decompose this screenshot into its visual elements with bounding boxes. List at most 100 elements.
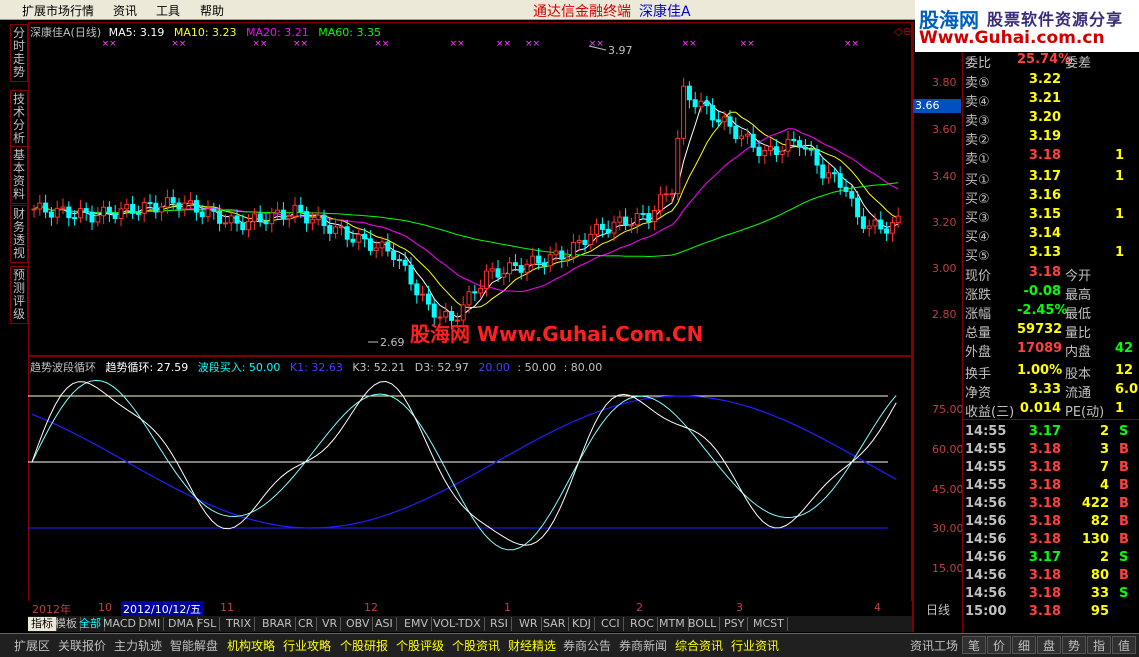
candle-body (408, 264, 414, 285)
menu-item-tools[interactable]: 工具 (156, 2, 180, 19)
menu-item-help[interactable]: 帮助 (200, 2, 224, 19)
bottom-link[interactable]: 券商公告 (563, 637, 611, 654)
candle-body (124, 204, 130, 210)
candle-body (489, 268, 495, 272)
indicator-tab[interactable]: BOLL (685, 617, 721, 631)
tick-row: 14:56 3.18 422 B (965, 496, 1139, 514)
panel-switch-button[interactable]: 盘 (1037, 636, 1061, 654)
indicator-tab[interactable]: TRIX (223, 617, 256, 631)
candle-body (298, 204, 304, 213)
bid-volume: 1 (1115, 169, 1125, 184)
tab-financials[interactable]: 财务透视 (10, 205, 28, 263)
bottom-link[interactable]: 行业攻略 (283, 637, 331, 654)
panel-switch-button[interactable]: 值 (1112, 636, 1136, 654)
bottom-link[interactable]: 财经精选 (508, 637, 556, 654)
candle-body (878, 219, 884, 230)
stat-label: 涨跌 (965, 288, 992, 303)
ask-label: 卖④ (965, 95, 990, 110)
candle-body (721, 116, 727, 123)
panel-switch-button[interactable]: 指 (1087, 636, 1111, 654)
tick-row: 14:56 3.18 80 B (965, 568, 1139, 586)
candle-body (118, 208, 124, 219)
indicator-tab[interactable]: DMA (165, 617, 198, 631)
candle-body (791, 138, 797, 142)
kline-chart-area[interactable]: ×× ×× ×× ×× ×× ×× ×× ×× ×× ×× ×× ×× 3.97 2.69 ◇⊖ (28, 22, 912, 602)
candle-body (507, 262, 513, 275)
panel-switch-button[interactable]: 笔 (962, 636, 986, 654)
indicator-tab[interactable]: CCI (598, 617, 624, 631)
candle-body (768, 146, 774, 151)
stat-label: 涨幅 (965, 307, 992, 322)
stat-value: -0.08 (1023, 284, 1061, 299)
d3-value: D3: 52.97 (414, 361, 469, 374)
indicator-tab[interactable]: MACD (100, 617, 140, 631)
panel-switch-button[interactable]: 价 (987, 636, 1011, 654)
candle-body (240, 222, 246, 231)
panel-switch-button[interactable]: 势 (1062, 636, 1086, 654)
ask-price: 3.22 (1028, 72, 1061, 87)
candle-body (402, 259, 408, 266)
indicator-tab[interactable]: DMI (136, 617, 165, 631)
menu-item-news[interactable]: 资讯 (113, 2, 137, 19)
candle-body (246, 220, 252, 231)
indicator-tab[interactable]: BRAR (259, 617, 296, 631)
bottom-link[interactable]: 个股资讯 (452, 637, 500, 654)
bottom-link[interactable]: 机构攻略 (227, 637, 275, 654)
tick-row: 15:00 3.18 95 (965, 604, 1139, 622)
candle-body (286, 215, 292, 220)
candle-body (112, 213, 118, 219)
indicator-tab[interactable]: RSI (487, 617, 512, 631)
tab-fundamentals[interactable]: 基本资料 (10, 146, 28, 204)
candle-body (582, 239, 588, 245)
candle-body (820, 164, 826, 179)
indicator-tab[interactable]: WR (516, 617, 542, 631)
indicator-tab[interactable]: MCST (750, 617, 788, 631)
candle-body (350, 238, 356, 243)
indicator-tab[interactable]: KDJ (569, 617, 595, 631)
bottom-link[interactable]: 综合资讯 (675, 637, 723, 654)
price-axis-tick: 2.80 (932, 308, 957, 321)
candle-body (628, 224, 634, 227)
candle-body (843, 186, 849, 193)
stat-value: 17089 (1017, 341, 1063, 356)
indicator-tab[interactable]: ASI (372, 617, 397, 631)
chart-settings-icon[interactable]: ◇⊖ (894, 25, 912, 38)
indicator-tab[interactable]: VR (319, 617, 342, 631)
stat-value: 12 (1115, 363, 1134, 378)
tick-volume: 2 (1099, 424, 1109, 439)
candle-body (547, 254, 553, 267)
tab-rating[interactable]: 预测评级 (10, 266, 28, 324)
indicator-tab[interactable]: ROC (627, 617, 658, 631)
tab-technical[interactable]: 技术分析 (10, 90, 28, 148)
ask-price: 3.21 (1028, 91, 1061, 106)
bottom-link[interactable]: 主力轨迹 (114, 637, 162, 654)
candle-body (344, 226, 350, 240)
bottom-link[interactable]: 关联报价 (58, 637, 106, 654)
info-factory-button[interactable]: 资讯工场 (910, 637, 958, 654)
bottom-link[interactable]: 个股研报 (340, 637, 388, 654)
tick-price: 3.18 (1028, 496, 1061, 511)
period-label[interactable]: 日线 (915, 601, 961, 617)
candle-body (367, 238, 373, 251)
indicator-tab[interactable]: MTM (656, 617, 689, 631)
bottom-link[interactable]: 个股评级 (396, 637, 444, 654)
indicator-tab[interactable]: VOL-TDX (430, 617, 485, 631)
menu-item-extended-market[interactable]: 扩展市场行情 (22, 2, 94, 19)
tick-direction: B (1119, 460, 1129, 475)
indicator-tab[interactable]: PSY (721, 617, 749, 631)
indicator-tab[interactable]: OBV (343, 617, 374, 631)
bottom-link[interactable]: 行业资讯 (731, 637, 779, 654)
candle-body (605, 228, 611, 234)
bottom-link[interactable]: 券商新闻 (619, 637, 667, 654)
indicator-tab[interactable]: FSL (194, 617, 221, 631)
indicator-tab[interactable]: EMV (401, 617, 432, 631)
bid-price: 3.17 (1028, 169, 1061, 184)
indicator-tab[interactable]: CR (295, 617, 318, 631)
panel-switch-button[interactable]: 细 (1012, 636, 1036, 654)
stat-row: 涨幅 -2.45% 最低 (965, 303, 1139, 322)
tab-intraday[interactable]: 分时走势 (10, 24, 28, 82)
bottom-link[interactable]: 扩展区 (14, 637, 50, 654)
bottom-link[interactable]: 智能解盘 (170, 637, 218, 654)
candle-body (483, 270, 489, 289)
indicator-tab[interactable]: SAR (540, 617, 570, 631)
